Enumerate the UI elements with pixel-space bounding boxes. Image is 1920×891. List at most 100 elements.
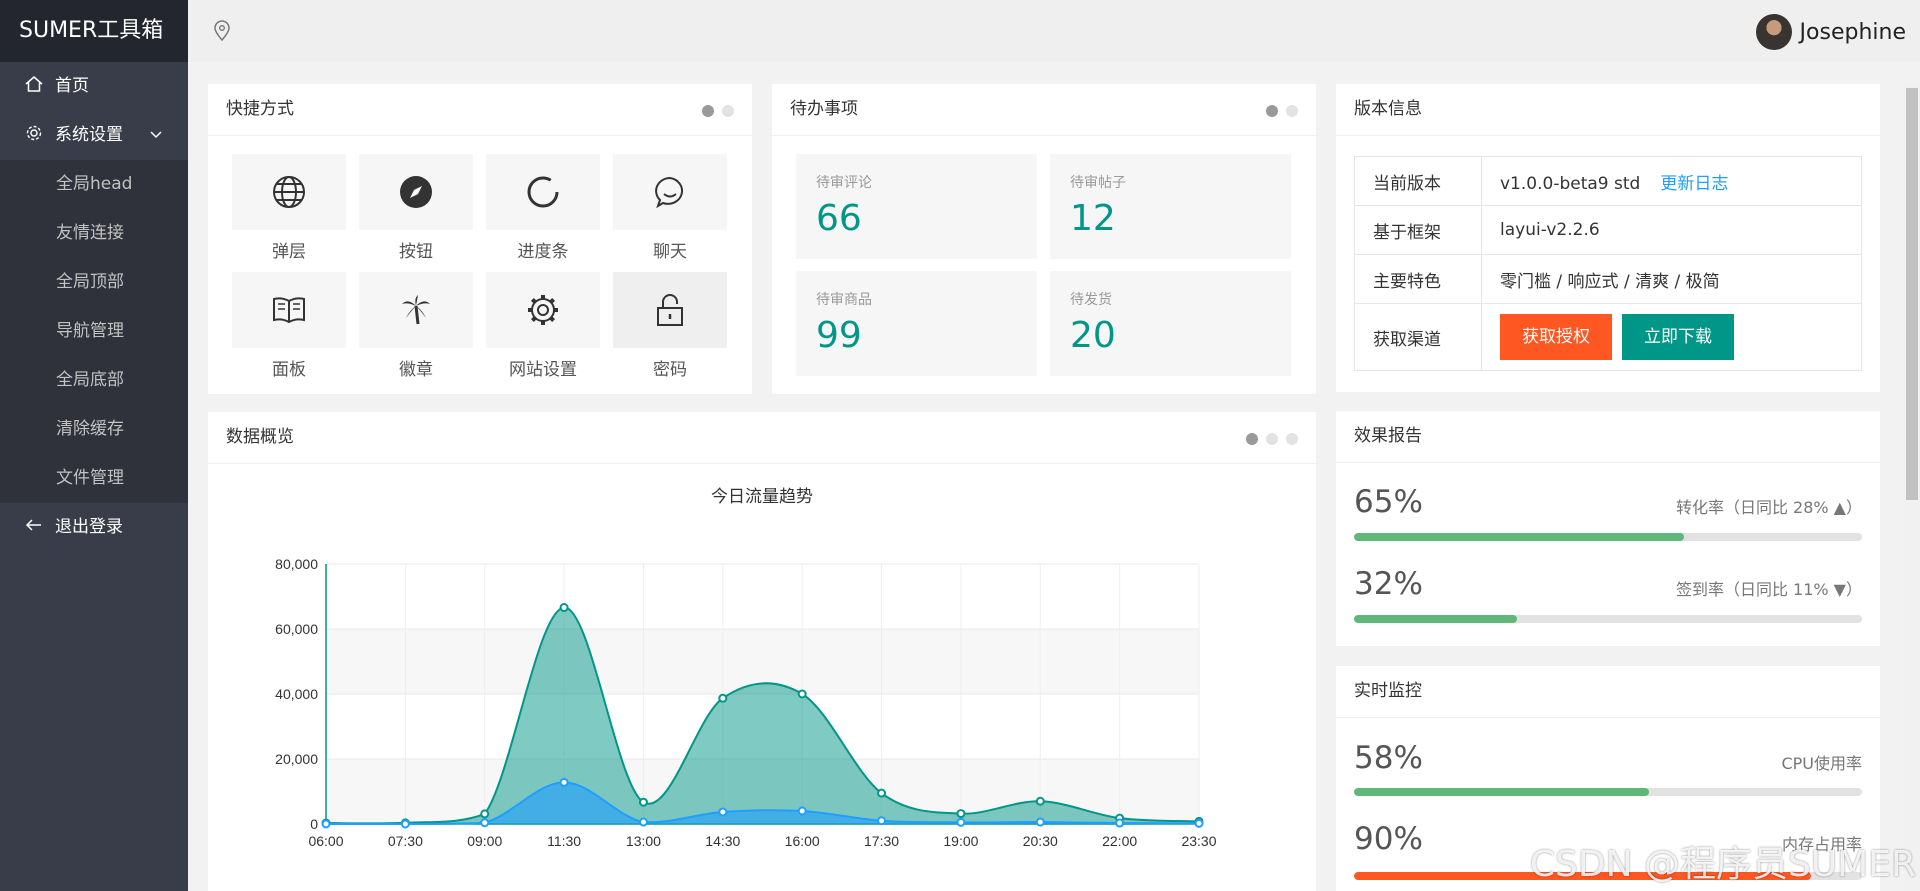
data-point <box>877 816 887 826</box>
sidebar: SUMER工具箱 首页 系统设置 全局head 友情连接 全局顶部 导航管理 全… <box>0 0 188 891</box>
sidebar-subitem-clear-cache[interactable]: 清除缓存 <box>0 405 188 454</box>
y-tick-label: 0 <box>310 816 318 832</box>
shortcut-item[interactable]: 面板 <box>232 272 346 390</box>
sidebar-subitem-nav-manage[interactable]: 导航管理 <box>0 307 188 356</box>
shortcut-label: 面板 <box>272 360 306 380</box>
todo-grid: 待审评论 66 待审帖子 12 待审商品 99 待发货 20 <box>796 154 1291 376</box>
checkin-rate-row: 32% 签到率（日同比 11% ▼） <box>1354 566 1862 602</box>
avatar[interactable] <box>1755 14 1792 50</box>
sidebar-submenu: 全局head 友情连接 全局顶部 导航管理 全局底部 清除缓存 文件管理 <box>0 160 188 503</box>
checkin-rate-note: 签到率（日同比 11% ▼） <box>1676 576 1862 600</box>
shortcut-label: 按钮 <box>399 242 433 262</box>
cpu-usage-value: 58% <box>1354 740 1423 776</box>
cpu-usage-note: CPU使用率 <box>1781 754 1862 773</box>
data-point <box>1035 817 1045 827</box>
carousel-dot[interactable] <box>1286 433 1298 445</box>
page-scrollbar[interactable] <box>1904 84 1920 891</box>
gear-icon <box>24 123 44 143</box>
todo-card-pending-comments[interactable]: 待审评论 66 <box>796 154 1037 259</box>
shortcut-label: 密码 <box>653 360 687 380</box>
user-name[interactable]: Josephine <box>1800 20 1906 45</box>
version-panel: 版本信息 当前版本 v1.0.0-beta9 std 更新日志 基于框架 layu… <box>1336 84 1880 392</box>
shortcut-item[interactable]: 聊天 <box>613 154 727 272</box>
carousel-dot[interactable] <box>1286 105 1298 117</box>
data-point <box>718 807 728 817</box>
carousel-dot[interactable] <box>1266 105 1278 117</box>
watermark-text: CSDN @程序员SUMER <box>1529 844 1916 885</box>
conversion-rate-row: 65% 转化率（日同比 28% ▲） <box>1354 484 1862 520</box>
memory-usage-value: 90% <box>1354 821 1423 857</box>
location-pin-icon[interactable] <box>212 20 232 42</box>
shortcut-grid: 弹层 按钮 进度条 聊天 面板 徽章 网站设置 密码 <box>232 154 727 390</box>
data-point <box>797 806 807 816</box>
get-license-button[interactable]: 获取授权 <box>1500 314 1612 360</box>
y-tick-label: 40,000 <box>275 686 318 702</box>
y-tick-label: 20,000 <box>275 751 318 767</box>
sidebar-item-logout[interactable]: 退出登录 <box>0 503 188 552</box>
carousel-dot[interactable] <box>722 105 734 117</box>
scrollbar-thumb[interactable] <box>1906 88 1918 500</box>
carousel-dots <box>1266 105 1298 117</box>
checkin-rate-note-text: 签到率（日同比 11% <box>1675 580 1829 599</box>
table-key: 当前版本 <box>1354 156 1482 206</box>
globe-icon <box>273 176 305 208</box>
loading-ring-icon <box>527 176 559 208</box>
shortcut-label: 网站设置 <box>509 360 577 380</box>
sidebar-subitem-global-bottom[interactable]: 全局底部 <box>0 356 188 405</box>
panel-title: 快捷方式 <box>226 99 294 119</box>
data-point <box>718 693 728 703</box>
table-value: 零门槛 / 响应式 / 清爽 / 极简 <box>1481 254 1862 304</box>
app-logo[interactable]: SUMER工具箱 <box>0 0 188 62</box>
effect-report-panel: 效果报告 65% 转化率（日同比 28% ▲） 32% 签到率（日同比 11% … <box>1336 411 1880 646</box>
sidebar-item-label: 退出登录 <box>55 517 123 537</box>
sidebar-item-home[interactable]: 首页 <box>0 62 188 111</box>
sidebar-item-label: 首页 <box>55 76 89 96</box>
chevron-down-icon <box>150 131 162 139</box>
x-tick-label: 19:00 <box>943 833 978 849</box>
carousel-dot[interactable] <box>1266 433 1278 445</box>
sidebar-subitem-global-head[interactable]: 全局head <box>0 160 188 209</box>
todo-card-pending-posts[interactable]: 待审帖子 12 <box>1050 154 1291 259</box>
carousel-dot[interactable] <box>1246 433 1258 445</box>
x-tick-label: 06:00 <box>308 833 343 849</box>
x-tick-label: 20:30 <box>1023 833 1058 849</box>
sidebar-subitem-friend-links[interactable]: 友情连接 <box>0 209 188 258</box>
download-button[interactable]: 立即下载 <box>1622 314 1734 360</box>
shortcut-item[interactable]: 徽章 <box>359 272 473 390</box>
cpu-usage-row: 58% CPU使用率 <box>1354 740 1862 776</box>
shortcut-item[interactable]: 密码 <box>613 272 727 390</box>
chat-bubble-icon <box>655 176 684 209</box>
carousel-dot[interactable] <box>702 105 714 117</box>
panel-title: 版本信息 <box>1354 99 1422 119</box>
sidebar-item-settings[interactable]: 系统设置 <box>0 111 188 160</box>
shortcut-item[interactable]: 弹层 <box>232 154 346 272</box>
version-table: 当前版本 v1.0.0-beta9 std 更新日志 基于框架 layui-v2.… <box>1354 156 1862 371</box>
table-row: 主要特色 零门槛 / 响应式 / 清爽 / 极简 <box>1354 254 1862 304</box>
book-icon <box>273 297 305 324</box>
user-menu[interactable]: Josephine <box>1755 14 1906 50</box>
data-point <box>1115 818 1125 828</box>
panel-header: 待办事项 <box>772 84 1316 136</box>
panel-header: 效果报告 <box>1336 411 1880 463</box>
cpu-usage-fill <box>1354 788 1649 796</box>
changelog-link[interactable]: 更新日志 <box>1660 174 1728 194</box>
palm-tree-icon <box>402 295 430 325</box>
table-key: 主要特色 <box>1354 254 1482 304</box>
shortcut-item[interactable]: 按钮 <box>359 154 473 272</box>
data-point <box>400 819 410 829</box>
home-icon <box>24 74 44 94</box>
todo-count: 12 <box>1070 198 1116 239</box>
overview-panel: 数据概览 今日流量趋势 0 20,000 40,000 60,000 80,000 06:… <box>208 412 1316 891</box>
data-point <box>480 818 490 828</box>
shortcut-item[interactable]: 进度条 <box>486 154 600 272</box>
todo-label: 待审评论 <box>816 175 872 191</box>
panel-header: 数据概览 <box>208 412 1316 464</box>
y-tick-label: 60,000 <box>275 621 318 637</box>
todo-panel: 待办事项 待审评论 66 待审帖子 12 待审商品 99 待发货 20 <box>772 84 1316 394</box>
shortcut-item[interactable]: 网站设置 <box>486 272 600 390</box>
todo-card-pending-products[interactable]: 待审商品 99 <box>796 271 1037 376</box>
sidebar-subitem-global-top[interactable]: 全局顶部 <box>0 258 188 307</box>
unlock-icon <box>657 294 683 326</box>
sidebar-subitem-file-manage[interactable]: 文件管理 <box>0 454 188 503</box>
todo-card-pending-shipping[interactable]: 待发货 20 <box>1050 271 1291 376</box>
